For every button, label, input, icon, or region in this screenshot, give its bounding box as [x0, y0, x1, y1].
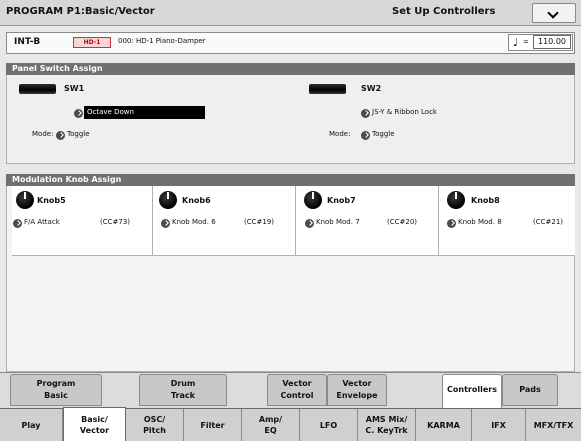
knob-function[interactable]: F/A Attack: [24, 218, 60, 226]
tab-pads[interactable]: Pads: [502, 374, 558, 406]
tab-drum-track[interactable]: Drum Track: [139, 374, 227, 406]
panel-switch-section: [6, 75, 575, 164]
tab-vector-envelope[interactable]: Vector Envelope: [327, 374, 387, 406]
tab-label: Controllers: [447, 385, 497, 394]
knob-popup-icon[interactable]: [305, 219, 314, 228]
tab-label: Drum: [170, 379, 196, 388]
tab-label: Envelope: [336, 391, 378, 400]
knob-dial-icon[interactable]: [447, 191, 465, 209]
knob-cell: Knob5 F/A Attack (CC#73): [12, 186, 153, 256]
tab-lfo[interactable]: LFO: [300, 409, 358, 441]
knob-cell: Knob7 Knob Mod. 7 (CC#20): [296, 186, 439, 256]
tab-label: AMS Mix/: [365, 415, 408, 424]
knob-name: Knob5: [37, 196, 66, 205]
knob-name: Knob7: [327, 196, 356, 205]
tab-label: KARMA: [427, 420, 460, 430]
mod-knob-grid: Knob5 F/A Attack (CC#73) Knob6 Knob Mod.…: [12, 186, 575, 256]
tab-label: Play: [21, 420, 41, 430]
tab-label: IFX: [491, 420, 506, 430]
sw1-button[interactable]: [19, 84, 56, 94]
mod-knob-header: Modulation Knob Assign: [6, 174, 575, 186]
knob-cc: (CC#21): [533, 218, 564, 226]
tab-controllers[interactable]: Controllers: [442, 374, 502, 409]
page-menu-button[interactable]: [532, 3, 576, 23]
tab-label: Pads: [519, 385, 541, 394]
knob-function[interactable]: Knob Mod. 7: [316, 218, 360, 226]
tab-label: Vector: [282, 379, 312, 388]
tab-osc-pitch[interactable]: OSC/Pitch: [126, 409, 184, 441]
knob-name: Knob8: [471, 196, 500, 205]
program-bank: INT-B: [14, 37, 41, 47]
sw2-function-popup-icon[interactable]: [361, 109, 370, 118]
tab-karma[interactable]: KARMA: [416, 409, 472, 441]
tab-mfx-tfx[interactable]: MFX/TFX: [526, 409, 581, 441]
program-type-badge: HD-1: [73, 37, 111, 48]
tab-label: C. KeyTrk: [365, 426, 408, 435]
tab-program-basic[interactable]: Program Basic: [10, 374, 102, 406]
sw2-mode-value[interactable]: Toggle: [372, 130, 395, 138]
tempo-value[interactable]: 110.00: [533, 35, 571, 49]
tab-label: Vector: [342, 379, 372, 388]
tab-label: Basic: [44, 391, 68, 400]
sw2-mode-label: Mode:: [329, 130, 351, 138]
knob-dial-icon[interactable]: [159, 191, 177, 209]
tab-filter[interactable]: Filter: [184, 409, 242, 441]
tab-basic-vector[interactable]: Basic/Vector: [63, 407, 126, 441]
page-menu-label: Set Up Controllers: [392, 6, 496, 17]
tab-label: MFX/TFX: [533, 420, 574, 430]
tab-amp-eq[interactable]: Amp/EQ: [242, 409, 300, 441]
sw1-mode-label: Mode:: [32, 130, 54, 138]
knob-cc: (CC#20): [387, 218, 418, 226]
tab-label: Program: [36, 379, 76, 388]
sw1-function-popup-icon[interactable]: [74, 109, 83, 118]
knob-popup-icon[interactable]: [447, 219, 456, 228]
tab-label: Pitch: [143, 426, 166, 435]
program-name[interactable]: 000: HD-1 Piano-Damper: [118, 37, 206, 45]
knob-popup-icon[interactable]: [13, 219, 22, 228]
sw2-label: SW2: [361, 84, 382, 93]
sw1-mode-popup-icon[interactable]: [56, 131, 65, 140]
knob-dial-icon[interactable]: [304, 191, 322, 209]
tab-label: Filter: [200, 420, 225, 430]
tab-label: Track: [171, 391, 195, 400]
sw1-function-value[interactable]: Octave Down: [84, 106, 205, 119]
knob-name: Knob6: [182, 196, 211, 205]
tab-label: EQ: [264, 426, 277, 435]
knob-popup-icon[interactable]: [161, 219, 170, 228]
tab-label: Amp/: [258, 415, 283, 424]
knob-cell: Knob6 Knob Mod. 6 (CC#19): [153, 186, 296, 256]
tab-ams-mix[interactable]: AMS Mix/C. KeyTrk: [358, 409, 416, 441]
knob-function[interactable]: Knob Mod. 8: [458, 218, 502, 226]
quarter-note-icon: ♩: [513, 36, 519, 49]
tab-play[interactable]: Play: [0, 409, 63, 441]
sw2-function-value[interactable]: JS-Y & Ribbon Lock: [372, 108, 437, 116]
knob-function[interactable]: Knob Mod. 6: [172, 218, 216, 226]
knob-dial-icon[interactable]: [16, 191, 34, 209]
tab-label: LFO: [319, 420, 338, 430]
tab-ifx[interactable]: IFX: [472, 409, 526, 441]
sw2-button[interactable]: [309, 84, 346, 94]
chevron-down-icon: [547, 7, 559, 19]
tempo-equals: =: [523, 38, 529, 46]
sw1-mode-value[interactable]: Toggle: [67, 130, 90, 138]
page-title: PROGRAM P1:Basic/Vector: [6, 6, 155, 17]
knob-cc: (CC#73): [100, 218, 131, 226]
tab-label: OSC/: [143, 415, 166, 424]
panel-switch-header: Panel Switch Assign: [6, 63, 575, 75]
tab-label: Basic/: [81, 414, 108, 424]
knob-cell: Knob8 Knob Mod. 8 (CC#21): [439, 186, 575, 256]
tab-vector-control[interactable]: Vector Control: [267, 374, 327, 406]
sw1-label: SW1: [64, 84, 85, 93]
tab-label: Vector: [79, 425, 110, 435]
sw2-mode-popup-icon[interactable]: [361, 131, 370, 140]
knob-cc: (CC#19): [244, 218, 275, 226]
tab-label: Control: [280, 391, 314, 400]
